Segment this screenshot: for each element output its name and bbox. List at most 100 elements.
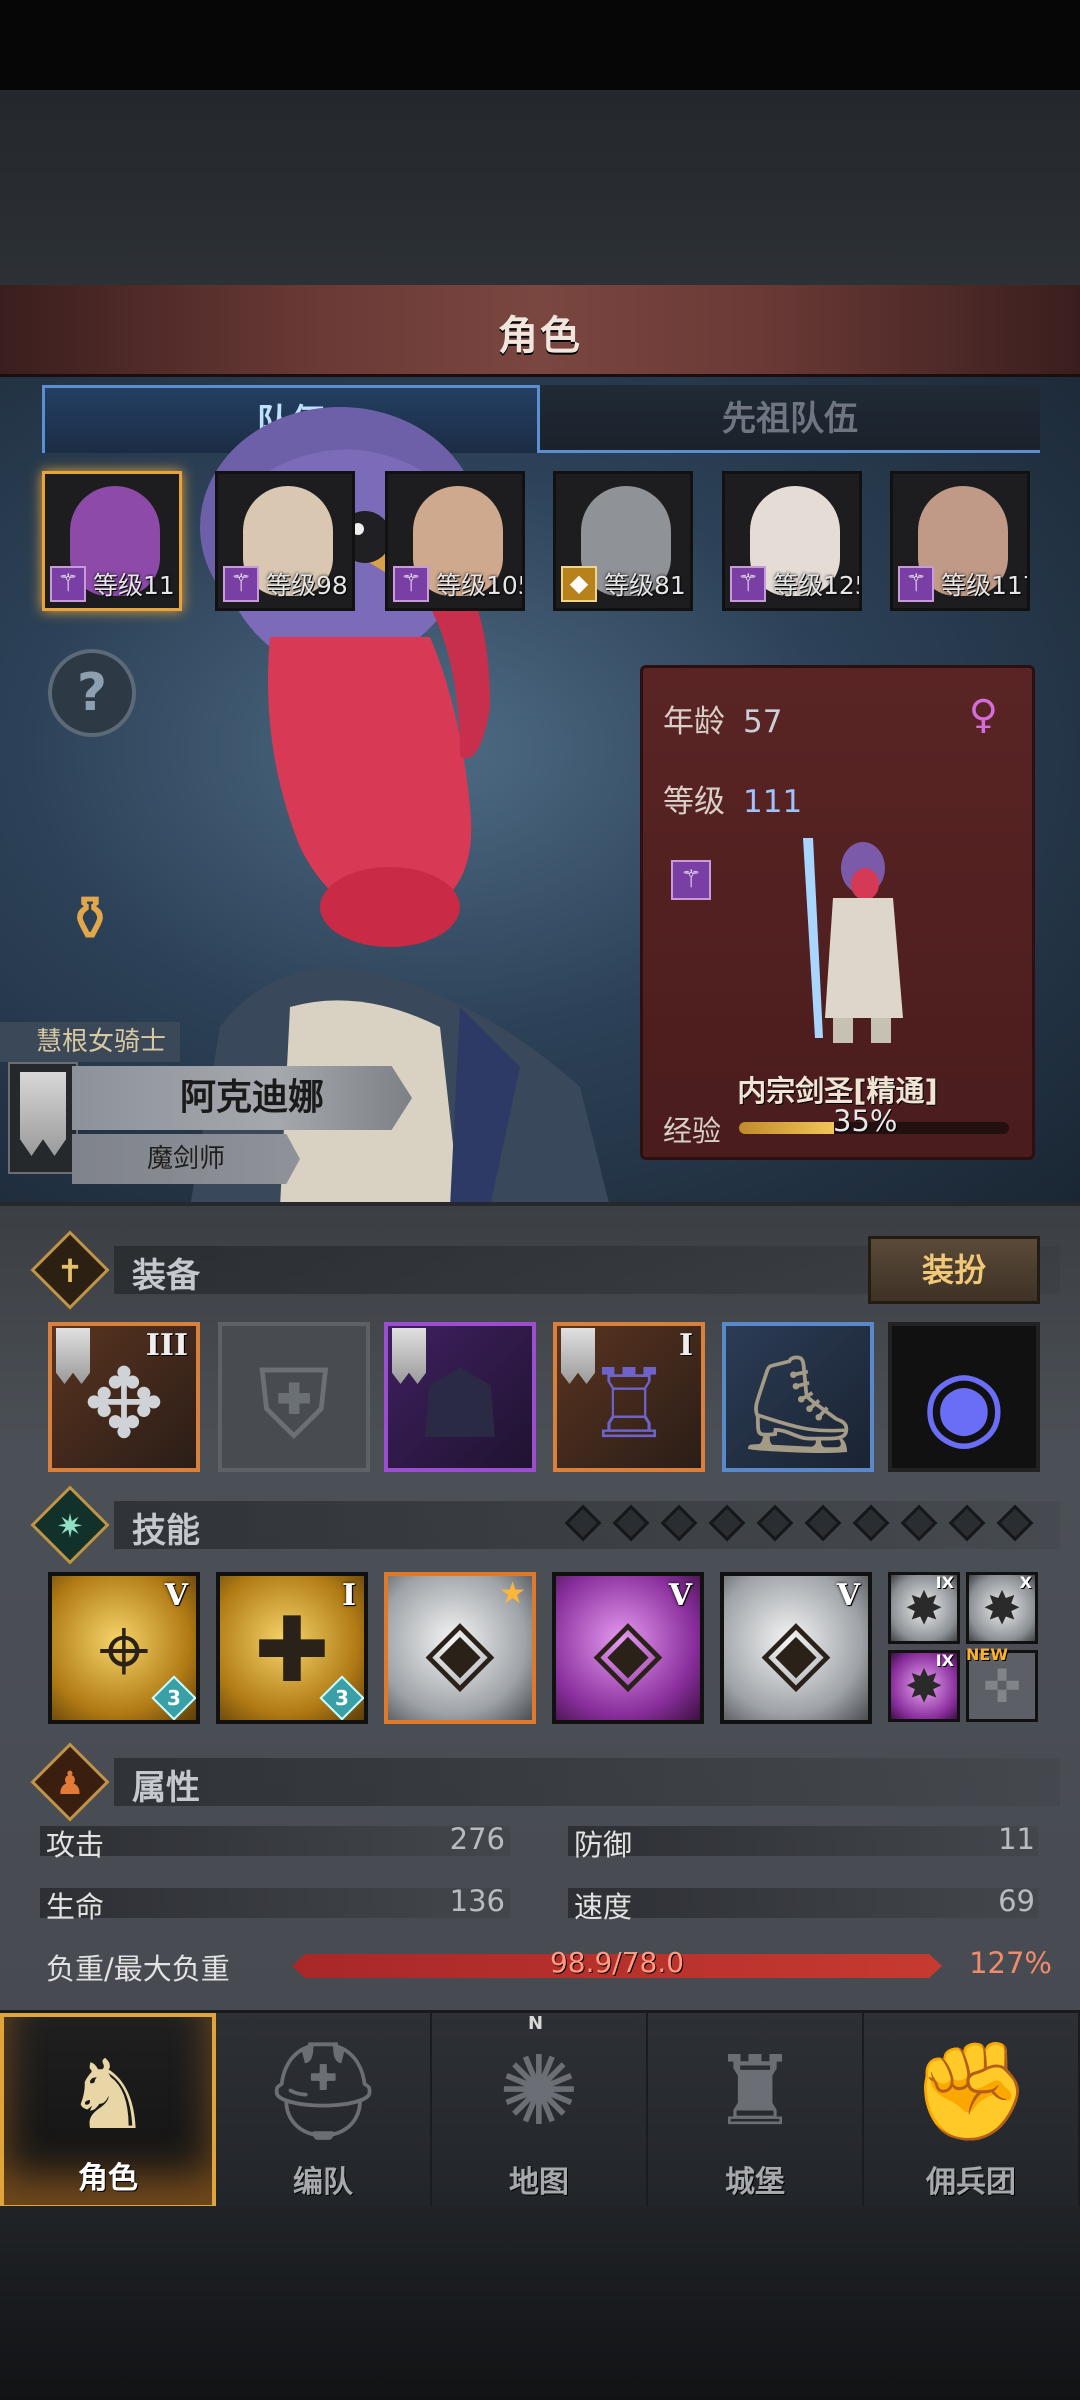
hero-nameplate: 慧根女骑士 阿克迪娜 魔剑师 — [0, 1022, 420, 1202]
roster-level: 等级98 — [266, 571, 348, 600]
defense-value: 11 — [998, 1822, 1035, 1856]
defense-label: 防御 — [574, 1828, 633, 1862]
skill-tier: V — [668, 1578, 692, 1613]
hero-name: 阿克迪娜 — [179, 1077, 324, 1118]
nav-map[interactable]: N ✺ 地图 — [432, 2013, 648, 2209]
knight-icon: ♞ — [64, 2039, 152, 2151]
dress-up-button[interactable]: 装扮 — [868, 1236, 1040, 1304]
empty-shield-slot-icon: ⛨ — [258, 1348, 330, 1460]
passive-skill[interactable]: ✸ IX — [888, 1572, 960, 1644]
level-label: 等级 — [663, 784, 725, 820]
roster-portrait[interactable]: ◆ 等级81 — [553, 471, 693, 611]
nav-character[interactable]: ♞ 角色 — [0, 2013, 216, 2209]
exp-bar-fill — [739, 1122, 834, 1134]
roster-portrait[interactable]: ⚚ 等级125 — [722, 471, 862, 611]
staff-icon: ⚚ — [671, 860, 711, 900]
hp-label: 生命 — [46, 1890, 105, 1924]
speed-label: 速度 — [574, 1890, 633, 1924]
roster-level: 等级105 — [436, 571, 525, 600]
age-row: 年龄 57 — [663, 696, 782, 741]
roster-level: 等级11 — [93, 571, 175, 600]
skill-crystal-fist-gray[interactable]: ◈ V — [720, 1572, 872, 1724]
skills-label: 技能 — [132, 1511, 200, 1551]
crystal-fist-gray-icon: ◈ — [761, 1598, 831, 1703]
equipment-tier: I — [678, 1328, 693, 1363]
equipment-slot-hood[interactable]: ☗ — [384, 1322, 536, 1472]
attack-label: 攻击 — [46, 1828, 105, 1862]
top-backdrop — [0, 90, 1080, 285]
roster-level: 等级117 — [941, 571, 1030, 600]
potion-icon[interactable]: ⚱ — [48, 877, 132, 961]
helmet-icon: ⛑ — [262, 2035, 384, 2147]
hp-value: 136 — [449, 1884, 505, 1918]
roster-portrait[interactable]: ⚚ 等级11 — [42, 471, 182, 611]
skill-crystal-fist-purple[interactable]: ◈ V — [552, 1572, 704, 1724]
new-badge: NEW — [966, 1645, 1008, 1664]
nav-mercenaries[interactable]: ✊ 佣兵团 — [864, 2013, 1080, 2209]
boots-icon: ⛸ — [737, 1348, 859, 1460]
attributes-header: ♟ 属性 — [30, 1742, 1060, 1822]
character-stage: 队伍 先祖队伍 ? ⚱ 年龄57 ♀ 等级111 ⚚ 内宗剑圣[精通] — [0, 377, 1080, 1202]
skill-holy-shield[interactable]: ✚ I 3 — [216, 1572, 368, 1724]
compass-icon: ✺ — [498, 2035, 580, 2147]
status-bar — [0, 0, 1080, 90]
age-value: 57 — [743, 704, 783, 740]
cross-icon: ✝ — [30, 1230, 110, 1310]
equipment-slot-orb-amulet[interactable]: ◉ — [888, 1322, 1040, 1472]
load-value: 98.9/78.0 — [549, 1946, 685, 1979]
hero-race: 慧根女骑士 — [0, 1022, 180, 1062]
nav-formation[interactable]: ⛑ 编队 — [216, 2013, 432, 2209]
roster-level: 等级81 — [604, 571, 686, 600]
exp-percent: 35% — [833, 1104, 898, 1138]
page-title: 角色 — [498, 313, 582, 359]
star-icon: ★ — [499, 1576, 526, 1611]
female-icon: ♀ — [968, 692, 998, 738]
cross-icon: ✜ — [982, 1659, 1022, 1713]
attributes-label: 属性 — [132, 1768, 200, 1808]
skill-tier: IX — [935, 1651, 954, 1670]
passive-skill[interactable]: ✸ IX — [888, 1650, 960, 1722]
hero-info-panel: 年龄 57 ♀ 等级 111 ⚚ 内宗剑圣[精通] 经验 35% — [640, 665, 1035, 1160]
equipment-slot-empty-shield-slot[interactable]: ⛨ — [218, 1322, 370, 1472]
equipment-slot-shuriken[interactable]: ✥ III — [48, 1322, 200, 1472]
castle-icon: ♜ — [711, 2035, 799, 2147]
hero-mini-figure — [803, 838, 903, 1043]
skill-tier: I — [341, 1578, 356, 1613]
page-header: 角色 — [0, 285, 1080, 377]
skill-tier: IX — [935, 1573, 954, 1592]
crystal-spear-icon: ◈ — [425, 1598, 495, 1703]
orb-amulet-icon: ◉ — [922, 1348, 1006, 1460]
skill-tier: V — [164, 1578, 188, 1613]
equipment-tier: III — [145, 1328, 188, 1363]
crystal-fist-purple-icon: ◈ — [593, 1598, 663, 1703]
fist-banner-icon: ✊ — [911, 2035, 1031, 2147]
roster-portrait[interactable]: ⚚ 等级117 — [890, 471, 1030, 611]
level-value: 111 — [743, 784, 803, 820]
load-percent: 127% — [969, 1946, 1052, 1980]
compass-north: N — [528, 2013, 544, 2034]
equipment-slot-armor[interactable]: ♖ I — [553, 1322, 705, 1472]
age-label: 年龄 — [663, 704, 725, 740]
passive-skill[interactable]: ✸ X — [966, 1572, 1038, 1644]
bottom-nav: ♞ 角色 ⛑ 编队 N ✺ 地图 ♜ 城堡 ✊ 佣兵团 — [0, 2010, 1080, 2209]
attribute-figure-icon: ♟ — [30, 1742, 110, 1822]
skill-tier: V — [836, 1578, 860, 1613]
attack-value: 276 — [449, 1822, 505, 1856]
speed-value: 69 — [998, 1884, 1035, 1918]
roster-level: 等级125 — [773, 571, 862, 600]
skill-target-strike[interactable]: ⌖ V 3 — [48, 1572, 200, 1724]
hero-class-bar: 魔剑师 — [72, 1134, 300, 1184]
roster-portrait[interactable]: ⚚ 等级98 — [215, 471, 355, 611]
banner-icon — [8, 1062, 78, 1174]
hero-class: 魔剑师 — [146, 1144, 225, 1174]
skill-tier: X — [1019, 1573, 1032, 1592]
exp-row: 经验 35% — [663, 1104, 1023, 1150]
load-label: 负重/最大负重 — [46, 1952, 230, 1986]
nav-castle[interactable]: ♜ 城堡 — [648, 2013, 864, 2209]
equipment-slot-boots[interactable]: ⛸ — [722, 1322, 874, 1472]
skill-crystal-spear[interactable]: ◈ ★ — [384, 1572, 536, 1724]
roster-portrait[interactable]: ⚚ 等级105 — [385, 471, 525, 611]
hero-name-bar[interactable]: 阿克迪娜 — [72, 1066, 412, 1130]
skill-star-icon: ✷ — [30, 1485, 110, 1565]
help-button[interactable]: ? — [48, 649, 136, 737]
